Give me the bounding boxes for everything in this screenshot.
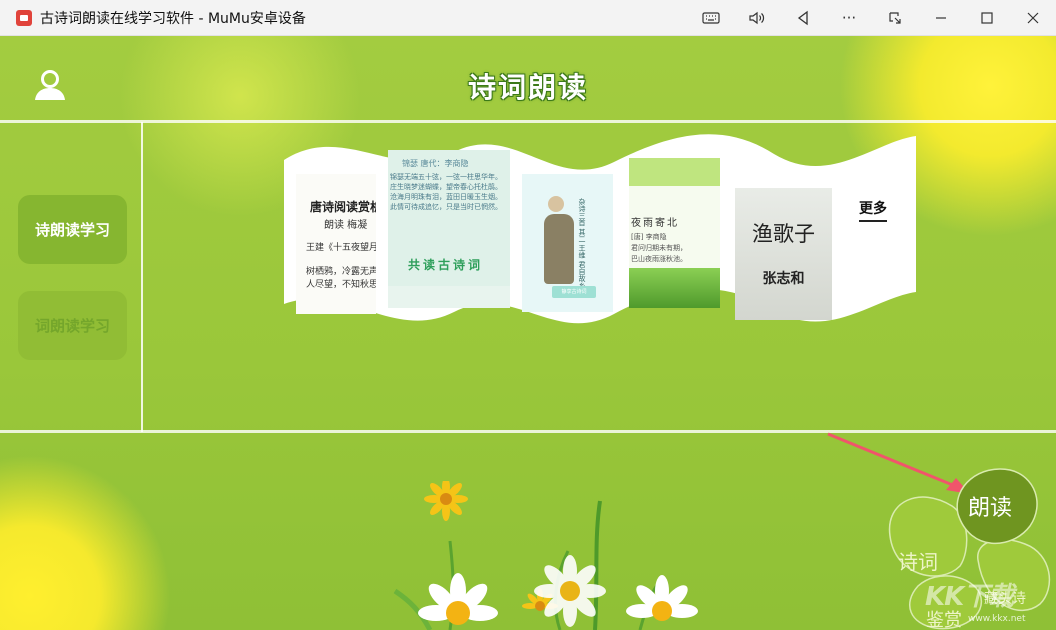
card-subtitle: 朗读 梅凝	[324, 220, 368, 231]
figure-illustration	[544, 214, 574, 284]
card-text: 锦瑟无端五十弦，一弦一柱思华年。 庄生晓梦迷蝴蝶，望帝春心托杜鹃。 沧海月明珠有…	[390, 173, 502, 211]
card-footer	[388, 286, 510, 308]
card-header: 锦瑟 唐代：李商隐	[402, 159, 469, 168]
minimize-icon[interactable]	[918, 0, 964, 35]
window-title: 古诗词朗读在线学习软件 - MuMu安卓设备	[40, 10, 306, 27]
figure-head	[548, 196, 564, 212]
more-icon[interactable]: ···	[826, 0, 872, 35]
divider-vertical	[141, 122, 143, 432]
sidebar-item-ci-reading[interactable]: 词朗读学习	[18, 291, 127, 360]
back-icon[interactable]	[780, 0, 826, 35]
poem-card-yugezi[interactable]: 渔歌子 张志和	[735, 188, 832, 320]
poem-carousel: 唐诗阅读赏析 朗读 梅凝 王建《十五夜望月》 树栖鸦，冷露无声人尽望，不知秋思 …	[284, 132, 916, 344]
card-sky	[629, 158, 720, 186]
card-title: 渔歌子	[752, 222, 815, 246]
poem-card-tang-appreciation[interactable]: 唐诗阅读赏析 朗读 梅凝 王建《十五夜望月》 树栖鸦，冷露无声人尽望，不知秋思	[296, 174, 376, 314]
menu-item-reading[interactable]: 朗读	[968, 490, 1012, 522]
watermark-url: www.kkx.net	[968, 614, 1026, 624]
card-author: 张志和	[762, 271, 805, 287]
card-hills	[629, 268, 720, 308]
card-text: 树栖鸦，冷露无声 人尽望，不知秋思	[306, 267, 376, 290]
card-title: 唐诗阅读赏析	[310, 200, 376, 214]
window-titlebar: 古诗词朗读在线学习软件 - MuMu安卓设备 ···	[0, 0, 1056, 36]
restore-window-icon[interactable]	[872, 0, 918, 35]
daisy-decoration	[393, 481, 698, 630]
keyboard-icon[interactable]	[688, 0, 734, 35]
volume-icon[interactable]	[734, 0, 780, 35]
card-title: 夜雨寄北	[631, 218, 679, 229]
page-title: 诗词朗读	[467, 71, 588, 104]
card-vertical-text: 杂诗三首 其二 王维 君自故乡来	[578, 198, 586, 296]
poem-card-yeyu-jibei[interactable]: 夜雨寄北 [唐] 李商隐 君问归期未有期， 巴山夜雨涨秋池。	[629, 158, 720, 308]
app-icon	[16, 9, 32, 26]
card-book-label: 静享古诗词	[552, 286, 596, 298]
poem-card-jinse[interactable]: 锦瑟 唐代：李商隐 锦瑟无端五十弦，一弦一柱思华年。 庄生晓梦迷蝴蝶，望帝春心托…	[388, 150, 510, 308]
sidebar-item-poem-reading[interactable]: 诗朗读学习	[18, 195, 127, 264]
watermark-logo: KK下载	[925, 582, 1014, 612]
divider-top	[0, 120, 1056, 123]
card-line: 王建《十五夜望月》	[306, 243, 376, 253]
maximize-icon[interactable]	[964, 0, 1010, 35]
menu-item-poetry[interactable]: 诗词	[898, 546, 938, 575]
card-text: [唐] 李商隐 君问归期未有期， 巴山夜雨涨秋池。	[631, 233, 687, 263]
app-screen: 诗词朗读 诗朗读学习 词朗读学习 唐诗阅读赏析 朗读 梅凝 王建《十五夜望月》 …	[0, 36, 1056, 630]
card-label: 共读古诗词	[408, 258, 484, 272]
close-icon[interactable]	[1010, 0, 1056, 35]
more-link[interactable]: 更多	[859, 198, 887, 222]
poem-card-illustration[interactable]: 杂诗三首 其二 王维 君自故乡来 静享古诗词	[522, 174, 613, 312]
window-controls: ···	[688, 0, 1056, 35]
